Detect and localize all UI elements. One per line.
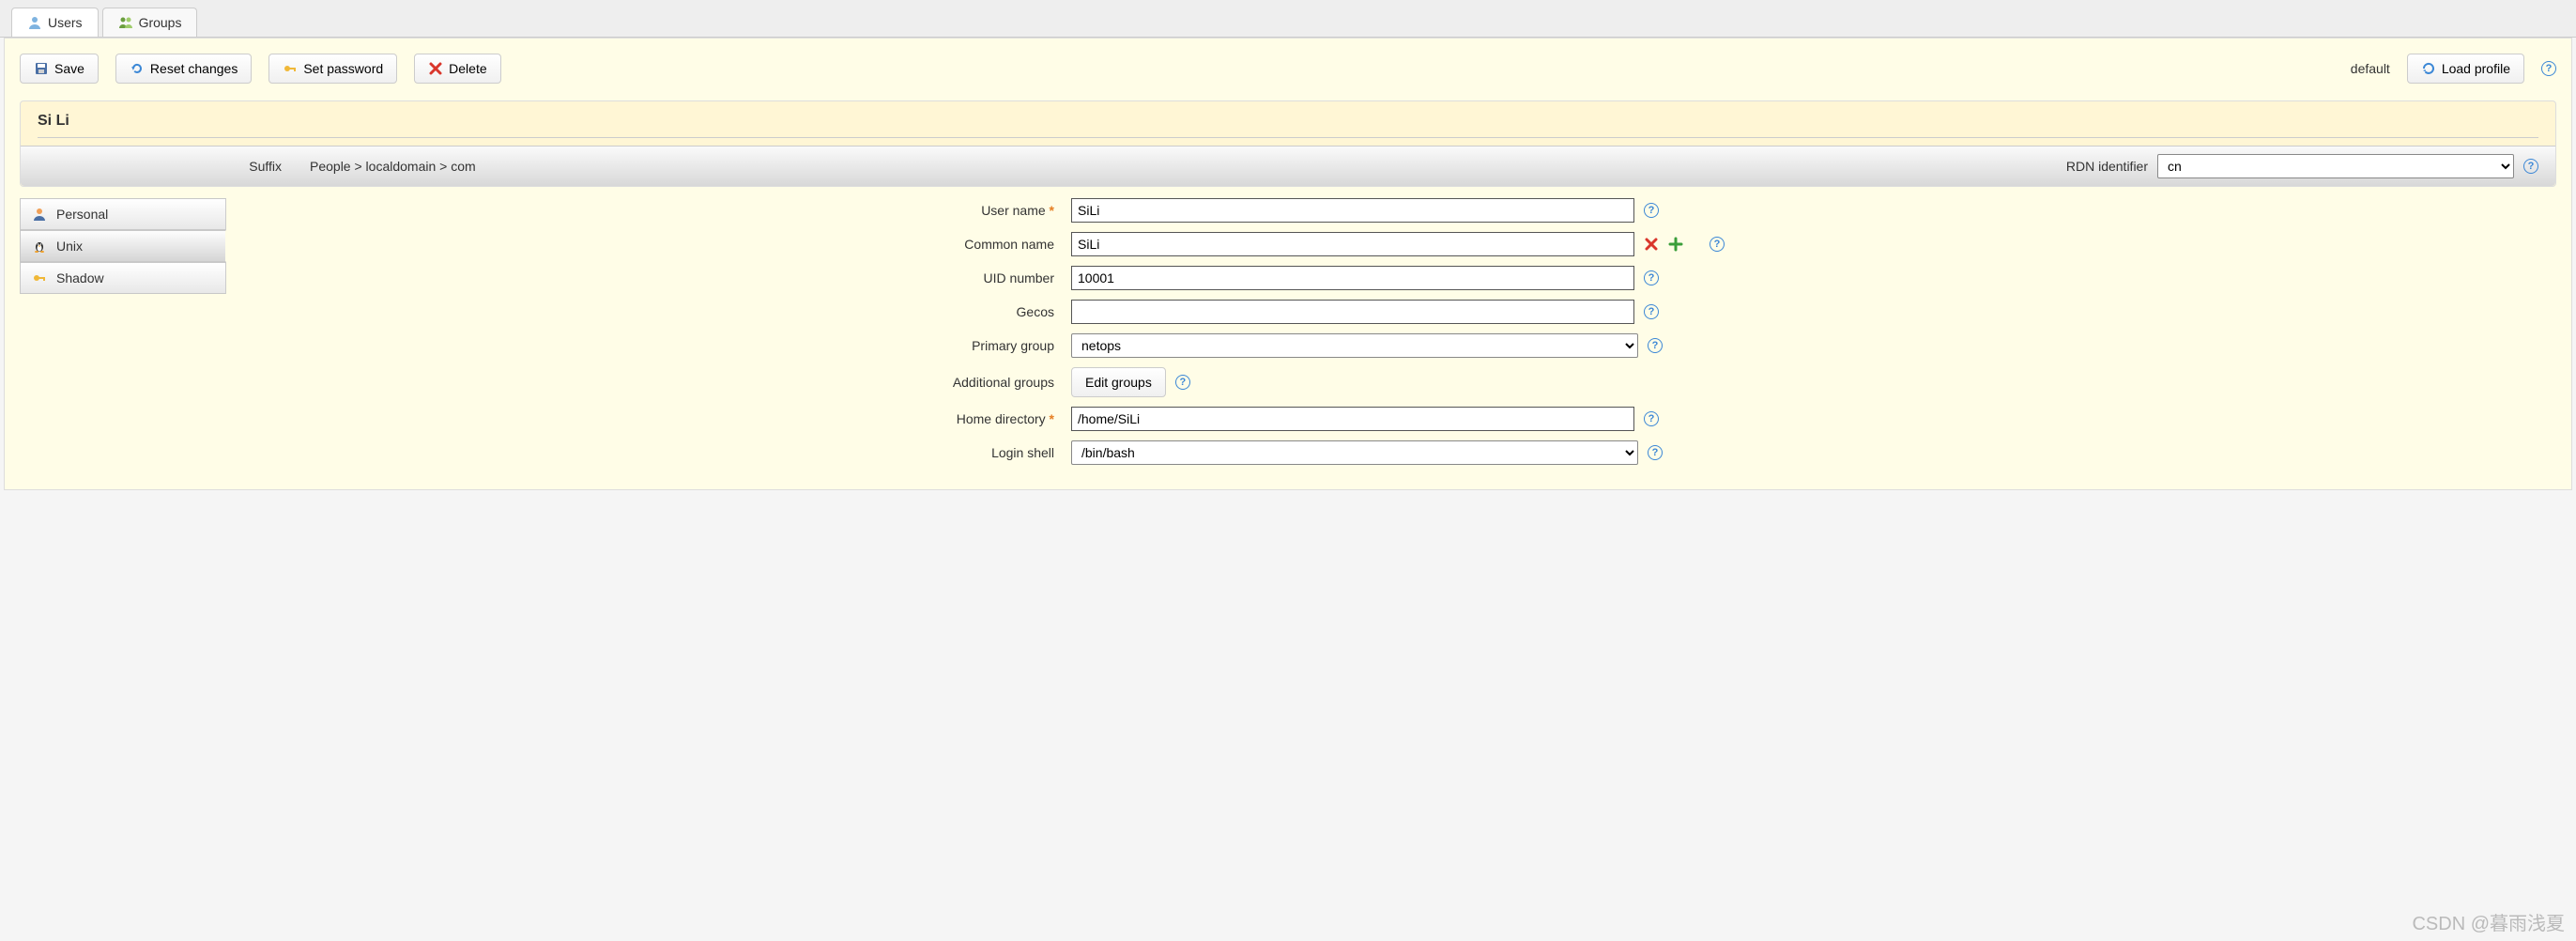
delete-icon (428, 61, 443, 76)
loginshell-label: Login shell (991, 445, 1054, 460)
person-icon (32, 207, 47, 222)
entry-title: Si Li (38, 113, 2538, 138)
add-icon[interactable] (1668, 237, 1683, 252)
suffix-row: Suffix People > localdomain > com RDN id… (21, 146, 2555, 186)
required-marker: * (1046, 411, 1054, 426)
homedir-input[interactable] (1071, 407, 1634, 431)
commonname-label: Common name (964, 237, 1054, 252)
suffix-label: Suffix (38, 159, 282, 174)
save-button[interactable]: Save (20, 54, 99, 84)
help-icon[interactable]: ? (1175, 375, 1190, 390)
main-tabbar: Users Groups (0, 0, 2576, 38)
user-icon (27, 15, 42, 30)
help-icon[interactable]: ? (2523, 159, 2538, 174)
gecos-input[interactable] (1071, 300, 1634, 324)
key-icon (32, 270, 47, 285)
sidebar-item-unix[interactable]: Unix (20, 230, 226, 262)
content-panel: Save Reset changes Set password Delete d… (4, 38, 2572, 490)
help-icon[interactable]: ? (1644, 411, 1659, 426)
help-icon[interactable]: ? (1648, 445, 1663, 460)
default-label: default (2351, 61, 2390, 76)
remove-icon[interactable] (1644, 237, 1659, 252)
reset-button[interactable]: Reset changes (115, 54, 252, 84)
key-icon (283, 61, 298, 76)
group-icon (118, 15, 133, 30)
help-icon[interactable]: ? (2541, 61, 2556, 76)
gecos-label: Gecos (1017, 304, 1054, 319)
tab-groups[interactable]: Groups (102, 8, 198, 37)
sidebar-item-shadow[interactable]: Shadow (20, 262, 226, 294)
help-icon[interactable]: ? (1644, 270, 1659, 285)
help-icon[interactable]: ? (1644, 304, 1659, 319)
tux-icon (32, 239, 47, 254)
rdn-select[interactable]: cn (2157, 154, 2514, 178)
watermark: CSDN @暮雨浅夏 (2412, 908, 2565, 935)
addgroups-label: Additional groups (953, 375, 1054, 390)
undo-icon (130, 61, 145, 76)
help-icon[interactable]: ? (1710, 237, 1725, 252)
username-input[interactable] (1071, 198, 1634, 223)
toolbar: Save Reset changes Set password Delete d… (20, 54, 2556, 84)
body-row: Personal Unix Shadow User name * ? Commo… (20, 198, 2556, 474)
tab-users-label: Users (48, 15, 83, 30)
sidebar-item-personal[interactable]: Personal (20, 198, 226, 230)
primarygroup-label: Primary group (972, 338, 1054, 353)
uid-input[interactable] (1071, 266, 1634, 290)
setpassword-button[interactable]: Set password (268, 54, 397, 84)
primarygroup-select[interactable]: netops (1071, 333, 1638, 358)
sidebar: Personal Unix Shadow (20, 198, 226, 474)
delete-button[interactable]: Delete (414, 54, 500, 84)
suffix-path: People > localdomain > com (310, 159, 476, 174)
help-icon[interactable]: ? (1648, 338, 1663, 353)
uid-label: UID number (984, 270, 1054, 285)
rdn-label: RDN identifier (2066, 159, 2148, 174)
commonname-input[interactable] (1071, 232, 1634, 256)
tab-groups-label: Groups (139, 15, 182, 30)
required-marker: * (1046, 203, 1054, 218)
homedir-label: Home directory (957, 411, 1046, 426)
form-area: User name * ? Common name ? UID number ?… (245, 198, 2556, 474)
help-icon[interactable]: ? (1644, 203, 1659, 218)
loginshell-select[interactable]: /bin/bash (1071, 440, 1638, 465)
loadprofile-button[interactable]: Load profile (2407, 54, 2524, 84)
tab-users[interactable]: Users (11, 8, 99, 37)
disk-icon (34, 61, 49, 76)
username-label: User name (981, 203, 1045, 218)
reload-icon (2421, 61, 2436, 76)
editgroups-button[interactable]: Edit groups (1071, 367, 1166, 397)
entry-header: Si Li Suffix People > localdomain > com … (20, 100, 2556, 187)
